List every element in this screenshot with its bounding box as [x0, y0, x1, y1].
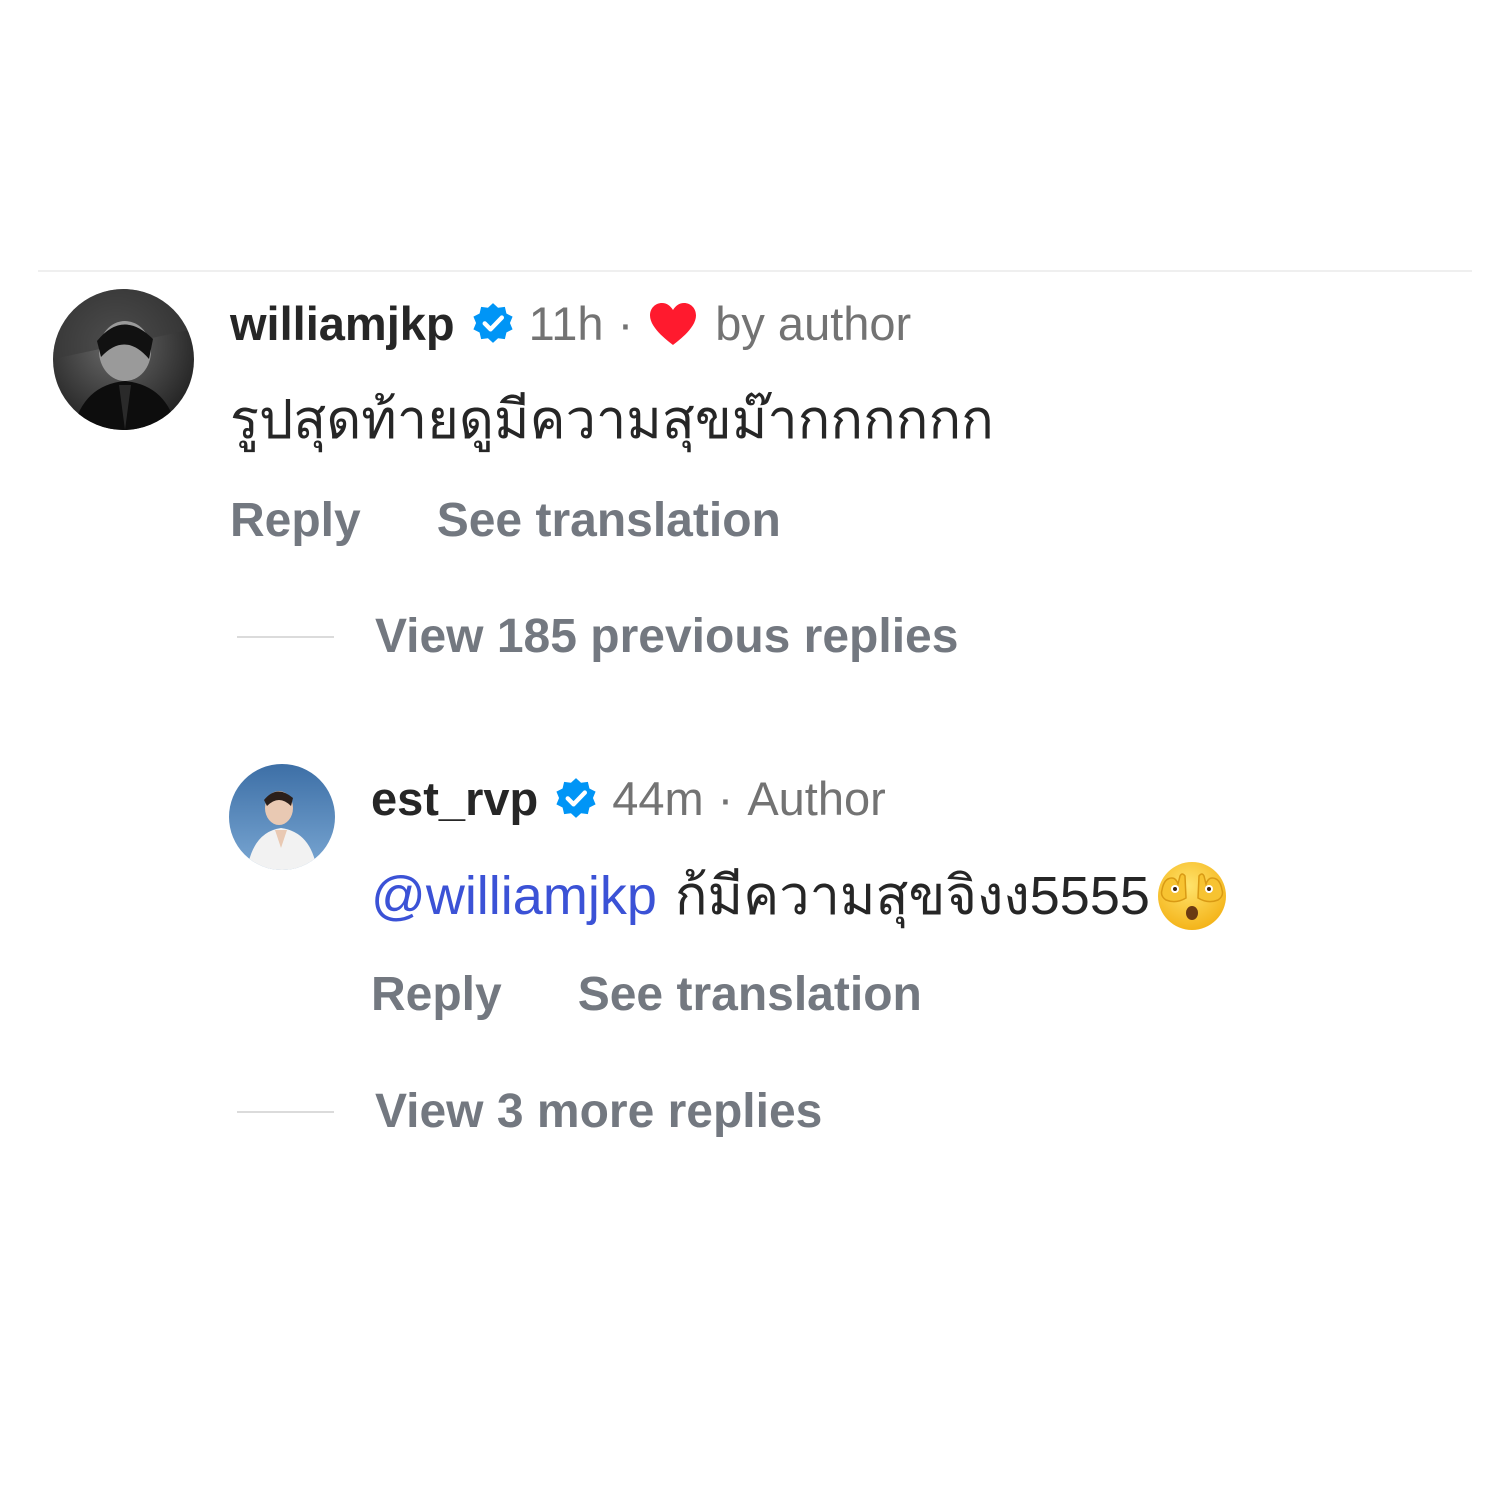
avatar-williamjkp[interactable] — [53, 289, 194, 430]
verified-badge-icon — [473, 302, 513, 343]
comment-header: williamjkp 11h · by author — [230, 300, 911, 347]
comment-text: รูปสุดท้ายดูมีความสุขม๊ากกกกกก — [230, 390, 994, 450]
see-translation-button[interactable]: See translation — [437, 497, 781, 545]
reply-time: 44m — [612, 772, 704, 825]
mention-link[interactable]: @williamjkp — [371, 864, 657, 929]
comment-username[interactable]: williamjkp — [230, 300, 455, 347]
author-label: Author — [747, 772, 886, 825]
comment-actions: Reply See translation — [230, 497, 781, 545]
view-more-replies[interactable]: View 3 more replies — [237, 1088, 822, 1136]
comments-thread: williamjkp 11h · by author รูปสุดท้ายดูม… — [0, 0, 1501, 1501]
top-divider — [38, 270, 1472, 272]
thread-line — [237, 1111, 334, 1113]
reply-header: est_rvp 44m · Author — [371, 775, 886, 822]
verified-badge-icon — [556, 777, 596, 818]
reply-text-row: @williamjkp ก้มีความสุขจิงง5555 — [371, 858, 1230, 934]
view-previous-replies[interactable]: View 185 previous replies — [237, 613, 958, 661]
avatar-image — [53, 289, 194, 430]
face-with-hands-covering-eyes-emoji — [1157, 862, 1226, 930]
comment-time: 11h — [528, 297, 604, 350]
avatar-est-rvp[interactable] — [229, 764, 335, 870]
reply-button[interactable]: Reply — [230, 497, 361, 545]
reply-text: ก้มีความสุขจิงง5555 — [674, 865, 1150, 926]
see-translation-button[interactable]: See translation — [578, 971, 922, 1019]
reply-actions: Reply See translation — [371, 971, 922, 1019]
reply-username[interactable]: est_rvp — [371, 775, 538, 822]
liked-by-author-label: by author — [715, 297, 912, 350]
view-previous-replies-label[interactable]: View 185 previous replies — [375, 613, 958, 661]
meta-separator: · — [617, 297, 634, 350]
avatar-image — [229, 764, 335, 870]
heart-icon — [650, 302, 697, 345]
reply-button[interactable]: Reply — [371, 971, 502, 1019]
view-more-replies-label[interactable]: View 3 more replies — [375, 1088, 822, 1136]
meta-separator: · — [717, 772, 734, 825]
thread-line — [237, 636, 334, 638]
